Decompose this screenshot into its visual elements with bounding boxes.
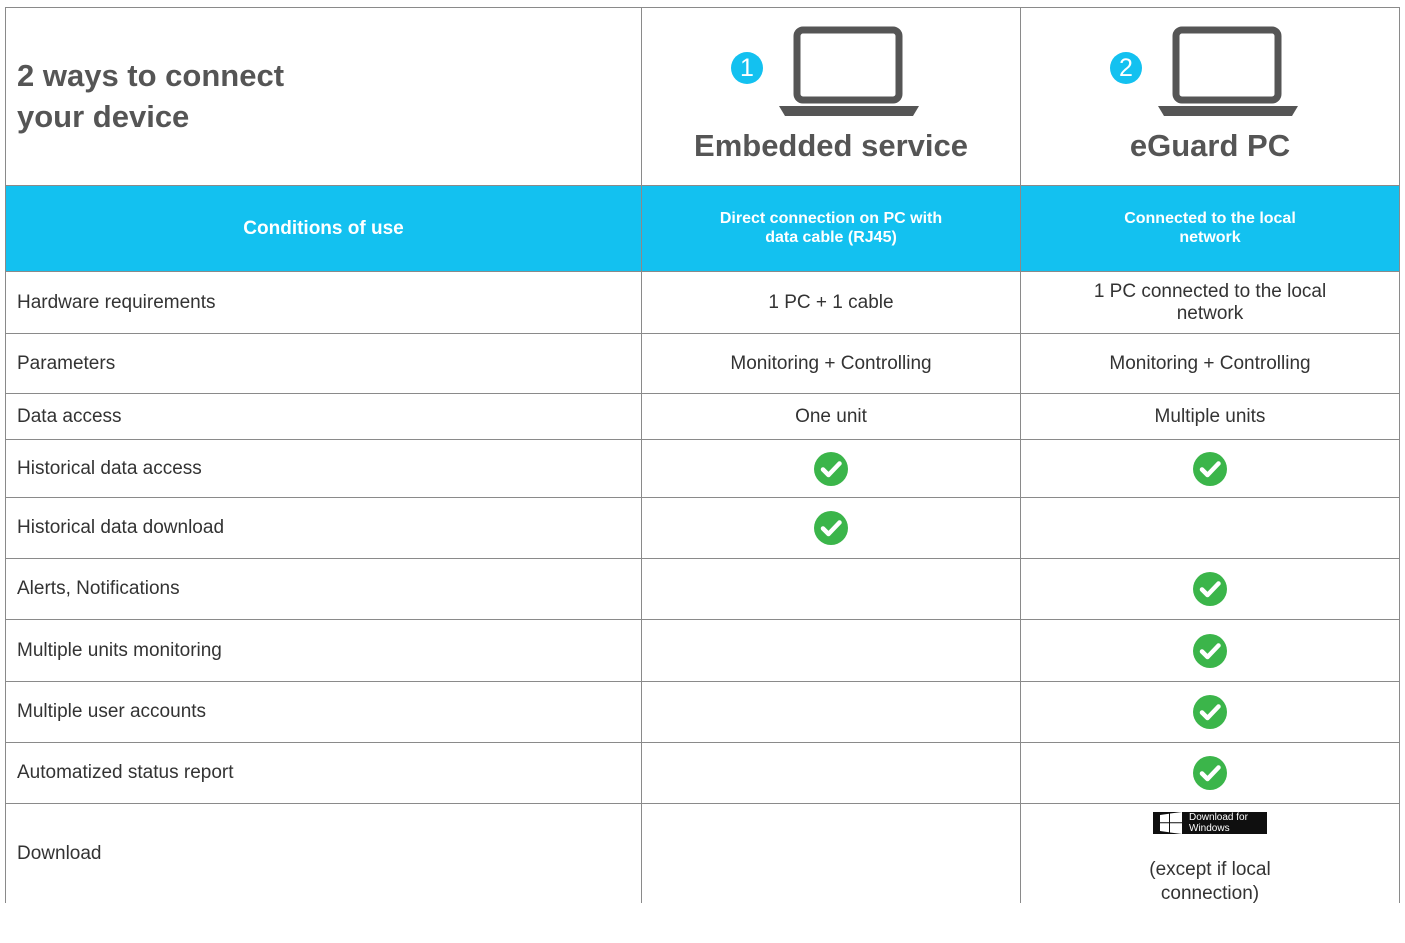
table-row-label: Historical data download (5, 498, 642, 559)
title-line-2: your device (17, 98, 190, 134)
download-badge-line-1: Download for (1189, 812, 1248, 823)
table-row-label: Hardware requirements (5, 272, 642, 334)
condition-option-1: Direct connection on PC with data cable … (642, 186, 1021, 272)
check-icon (1193, 451, 1227, 486)
page-title: 2 ways to connect your device (5, 7, 642, 186)
table-cell (642, 682, 1021, 743)
conditions-label: Conditions of use (5, 186, 642, 272)
table-cell: Monitoring + Controlling (642, 334, 1021, 394)
table-row-label: Historical data access (5, 440, 642, 498)
check-icon (1193, 633, 1227, 668)
table-cell (642, 559, 1021, 620)
download-cell: Download for Windows (except if local co… (1021, 804, 1400, 906)
download-badge-line-2: Windows (1189, 823, 1230, 834)
check-icon (1193, 695, 1227, 729)
table-cell (1021, 498, 1400, 559)
condition-option-2: Connected to the local network (1021, 186, 1400, 272)
download-note-text: (except if local connection) (1149, 859, 1271, 904)
table-row-label: Automatized status report (5, 743, 642, 804)
table-cell (1021, 440, 1400, 498)
option-1-name: Embedded service (694, 128, 968, 163)
title-line-1: 2 ways to connect (17, 58, 285, 94)
table-cell (1021, 682, 1400, 743)
table-cell: One unit (642, 394, 1021, 440)
download-for-windows-button[interactable]: Download for Windows (1153, 812, 1267, 834)
download-note: (except if local connection) (1130, 858, 1290, 906)
table-cell (642, 498, 1021, 559)
table-cell: Multiple units (1021, 394, 1400, 440)
table-row-label: Multiple units monitoring (5, 620, 642, 682)
table-row-label: Alerts, Notifications (5, 559, 642, 620)
check-icon (1193, 756, 1227, 790)
table-cell (642, 440, 1021, 498)
table-cell (1021, 620, 1400, 682)
option-number-badge: 1 (731, 52, 763, 84)
table-cell (642, 804, 1021, 903)
table-cell: 1 PC connected to the local network (1021, 272, 1400, 334)
option-2-header: 2 eGuard PC (1021, 7, 1400, 186)
laptop-icon (779, 26, 919, 116)
table-cell (1021, 559, 1400, 620)
table-cell: Monitoring + Controlling (1021, 334, 1400, 394)
check-icon (1193, 572, 1227, 606)
option-2-name: eGuard PC (1129, 128, 1291, 163)
windows-logo-icon (1160, 812, 1182, 834)
table-row-label: Multiple user accounts (5, 682, 642, 743)
table-cell (1021, 743, 1400, 804)
table-cell-text: 1 PC connected to the local network (1093, 280, 1327, 324)
table-row-label: Parameters (5, 334, 642, 394)
table-cell: 1 PC + 1 cable (642, 272, 1021, 334)
table-cell (642, 743, 1021, 804)
laptop-icon (1158, 26, 1298, 116)
table-row-label: Download (5, 804, 642, 903)
check-icon (814, 511, 848, 545)
check-icon (814, 451, 848, 486)
option-1-header: 1 Embedded service (642, 7, 1021, 186)
condition-option-1-text: Direct connection on PC with data cable … (719, 210, 943, 246)
table-cell (642, 620, 1021, 682)
table-row-label: Data access (5, 394, 642, 440)
option-number-badge: 2 (1110, 52, 1142, 84)
condition-option-2-text: Connected to the local network (1124, 210, 1296, 246)
